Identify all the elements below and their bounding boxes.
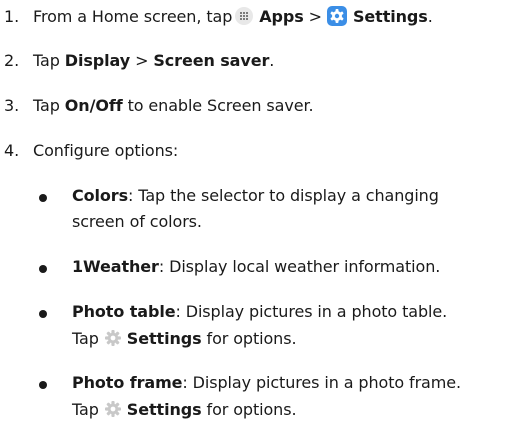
option-line: Photo table : Display pictures in a phot… (72, 302, 447, 321)
step-text: Tap (33, 51, 60, 70)
display-label: Display (64, 51, 131, 70)
separator: > (135, 51, 149, 70)
step-suffix: . (269, 51, 275, 70)
option-line: Colors : Tap the selector to display a c… (72, 186, 439, 205)
step-2: 2. Tap Display > Screen saver . (0, 51, 274, 70)
option-tap: Tap (72, 328, 99, 348)
settings-label: Settings (126, 399, 202, 419)
apps-label: Apps (259, 6, 304, 26)
step-text: Configure options: (33, 141, 179, 160)
step-3: 3. Tap On/Off to enable Screen saver. (0, 96, 314, 115)
option-line-2: screen of colors. (72, 212, 202, 231)
gear-icon (103, 399, 123, 419)
option-colors: Colors : Tap the selector to display a c… (35, 186, 515, 236)
settings-app-icon (326, 6, 347, 26)
settings-label: Settings (126, 328, 202, 348)
gear-icon (103, 328, 123, 348)
option-photo-table: Photo table : Display pictures in a phot… (35, 302, 515, 352)
step-1: 1. From a Home screen, tap Apps > Settin… (0, 6, 433, 26)
step-suffix: to enable Screen saver. (127, 96, 314, 115)
option-1weather: 1Weather : Display local weather informa… (35, 257, 515, 281)
option-desc: : Display local weather information. (158, 257, 441, 276)
bullet-dot (39, 381, 47, 389)
option-name: Photo frame (72, 373, 183, 392)
step-number: 1. (4, 6, 20, 26)
step-number: 4. (4, 141, 20, 160)
on-off-label: On/Off (64, 96, 123, 115)
bullet-dot (39, 310, 47, 318)
option-line: Photo frame : Display pictures in a phot… (72, 373, 461, 392)
separator: > (308, 6, 322, 26)
option-desc-cont: to display a changing (269, 186, 439, 205)
option-name: Colors (72, 186, 129, 205)
settings-label: Settings (352, 6, 428, 26)
option-photo-frame: Photo frame : Display pictures in a phot… (35, 373, 515, 423)
option-name: Photo table (72, 302, 176, 321)
option-suffix: for options. (206, 328, 297, 348)
screen-saver-label: Screen saver (153, 51, 270, 70)
option-suffix: for options. (206, 399, 297, 419)
step-4: 4. Configure options: (0, 141, 178, 160)
step-text: Tap (33, 96, 60, 115)
option-line-2: Tap Settings for options. (72, 328, 297, 348)
step-text: From a Home screen, tap (33, 6, 233, 26)
bullet-dot (39, 194, 47, 202)
option-line-2: Tap Settings for options. (72, 399, 297, 419)
step-number: 3. (4, 96, 20, 115)
option-line: 1Weather : Display local weather informa… (72, 257, 440, 276)
option-desc: : Tap the selector (128, 186, 265, 205)
option-desc: : Display pictures in a photo table. (175, 302, 448, 321)
apps-grid-icon (235, 7, 254, 25)
step-number: 2. (4, 51, 20, 70)
step-suffix: . (427, 6, 433, 26)
bullet-dot (39, 265, 47, 273)
option-tap: Tap (72, 399, 99, 419)
option-desc: : Display pictures in a photo frame. (182, 373, 461, 392)
option-name: 1Weather (72, 257, 159, 276)
option-desc-line2: screen of colors. (72, 212, 202, 231)
